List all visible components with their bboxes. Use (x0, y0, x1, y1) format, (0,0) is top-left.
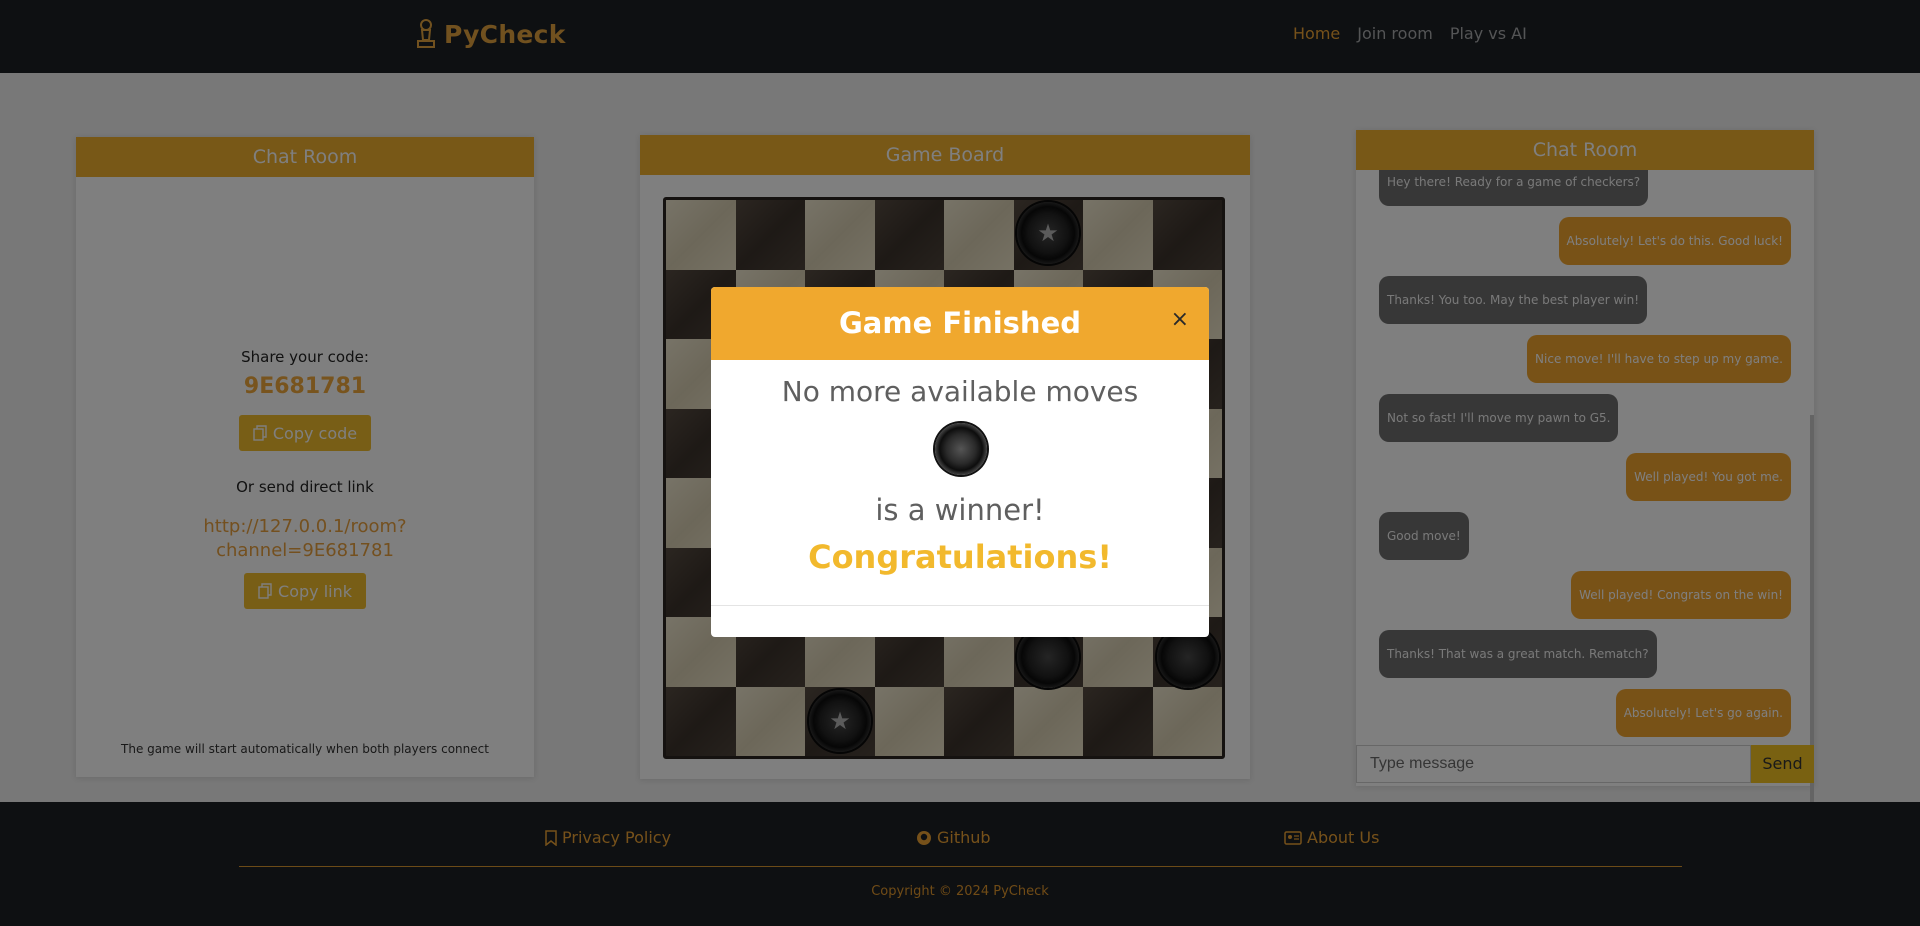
close-icon[interactable]: × (1171, 309, 1189, 331)
congrats-text: Congratulations! (808, 538, 1112, 576)
modal-footer-divider (711, 605, 1209, 606)
modal-message: No more available moves (781, 375, 1139, 408)
game-finished-modal: Game Finished × No more available moves … (711, 287, 1209, 637)
winner-piece-icon (935, 423, 987, 475)
winner-text: is a winner! (875, 493, 1045, 527)
modal-title: Game Finished (838, 306, 1082, 340)
modal-header: Game Finished × (711, 287, 1209, 360)
